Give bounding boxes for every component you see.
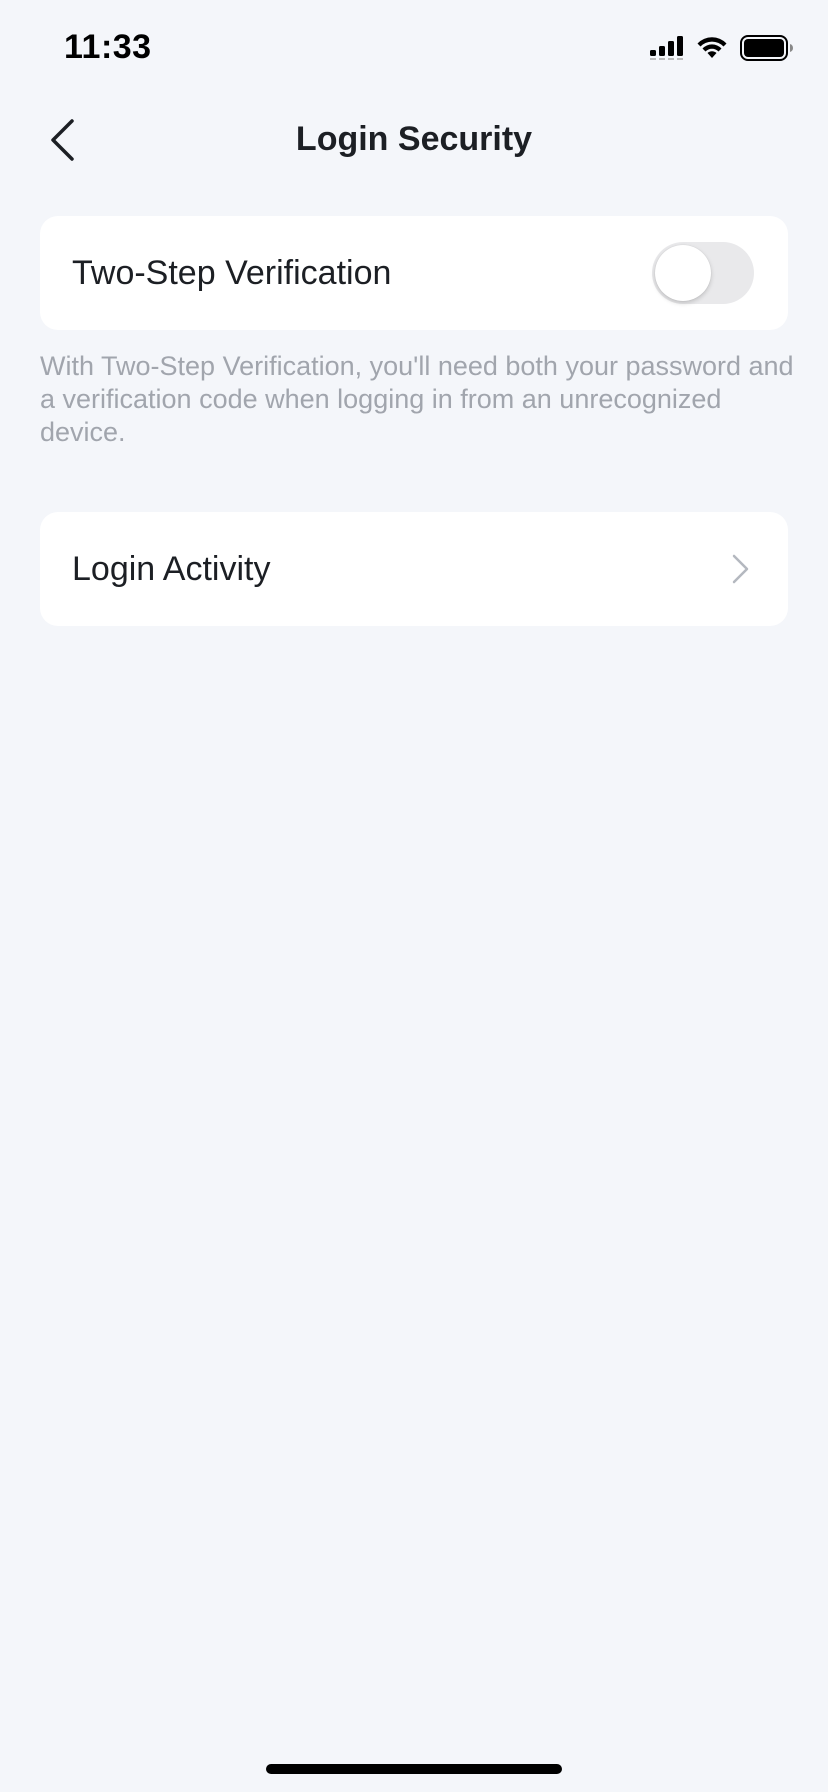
two-step-verification-toggle[interactable] — [652, 242, 754, 304]
navigation-bar: Login Security — [0, 100, 828, 182]
two-step-verification-label: Two-Step Verification — [72, 253, 392, 292]
cellular-signal-icon — [650, 35, 684, 65]
status-bar: 11:33 — [0, 0, 828, 100]
login-activity-label: Login Activity — [72, 549, 271, 588]
two-step-verification-description: With Two-Step Verification, you'll need … — [40, 351, 794, 447]
login-activity-card: Login Activity — [40, 512, 788, 626]
page-title: Login Security — [295, 120, 533, 158]
chevron-right-icon — [728, 551, 752, 587]
toggle-knob — [655, 245, 711, 301]
login-activity-row[interactable]: Login Activity — [40, 512, 788, 626]
status-icons — [650, 34, 794, 66]
battery-icon — [740, 34, 794, 66]
wifi-icon — [696, 36, 728, 65]
two-step-verification-card: Two-Step Verification — [40, 216, 788, 330]
status-time: 11:33 — [64, 28, 152, 66]
two-step-verification-row: Two-Step Verification — [40, 216, 788, 330]
home-indicator[interactable] — [266, 1764, 562, 1774]
